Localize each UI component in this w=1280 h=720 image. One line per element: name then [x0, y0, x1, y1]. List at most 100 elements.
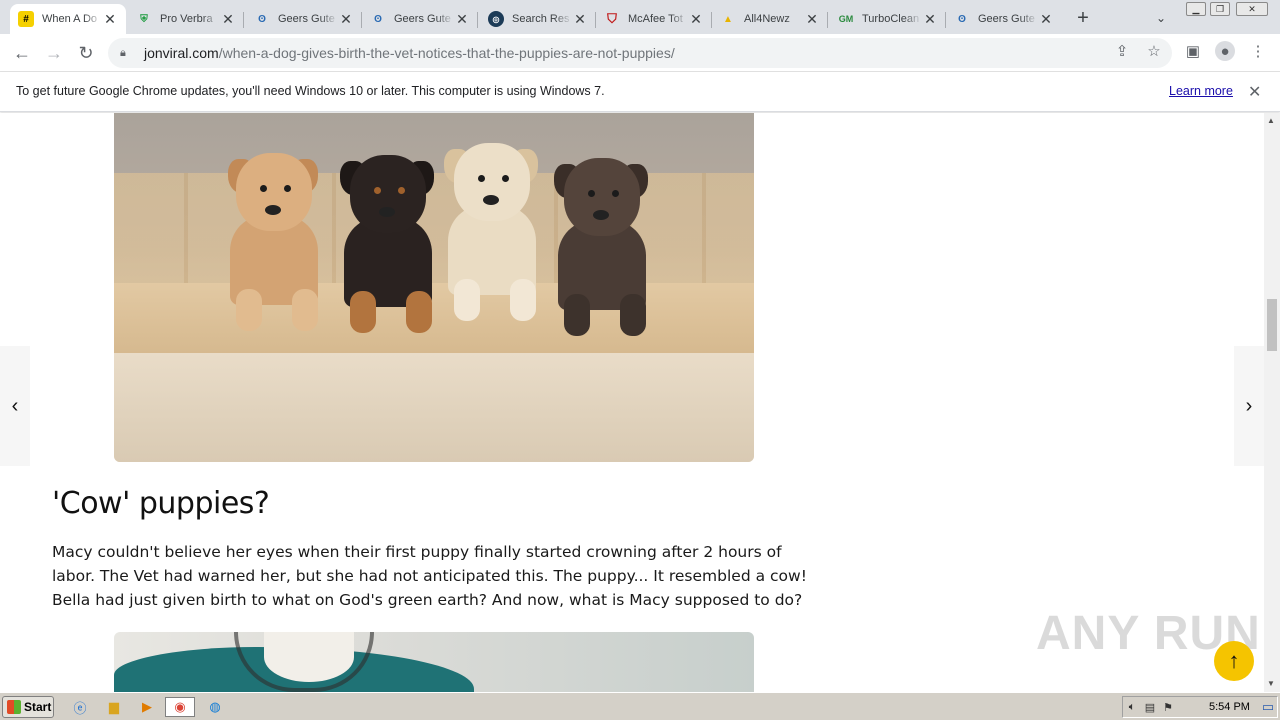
system-tray: 🔈︎ ▤ ⚑ 5:54 PM [1122, 696, 1278, 718]
update-infobar: To get future Google Chrome updates, you… [0, 72, 1280, 112]
url-host: jonviral.com [144, 45, 219, 61]
puppy-tan [222, 153, 332, 333]
scroll-thumb[interactable] [1267, 299, 1277, 351]
mcafee-icon: ⛉ [607, 11, 617, 26]
puppy-paw [350, 291, 376, 333]
prev-article-chevron-left-icon[interactable]: ‹ [0, 346, 30, 466]
minimize-button[interactable]: ▁ [1186, 2, 1206, 16]
lock-icon[interactable]: 🔒︎ [120, 47, 134, 60]
puppy-eye [260, 185, 267, 192]
puppies-in-crate-image [114, 113, 754, 462]
action-center-flag-icon[interactable]: ⚑ [1159, 701, 1177, 714]
close-icon[interactable]: ✕ [102, 11, 118, 27]
puppy-paw [406, 291, 432, 333]
ear-icon: ʘ [958, 13, 966, 25]
side-panel-icon[interactable]: ▣ [1183, 41, 1203, 61]
close-icon[interactable]: ✕ [922, 11, 938, 27]
learn-more-link[interactable]: Learn more [1169, 84, 1233, 98]
internet-explorer-icon[interactable]: ⓔ [70, 697, 90, 717]
puppy-eye [284, 185, 291, 192]
puppy-nose [379, 207, 395, 217]
close-icon[interactable]: ✕ [1038, 11, 1054, 27]
scroll-to-top-button[interactable]: ↑ [1214, 641, 1254, 681]
search-icon: ◎ [488, 11, 504, 27]
show-desktop-icon[interactable]: ▭ [1258, 697, 1278, 717]
start-button[interactable]: Start [2, 696, 54, 718]
next-article-chevron-right-icon[interactable]: › [1234, 346, 1264, 466]
taskbar-clock[interactable]: 5:54 PM [1209, 701, 1250, 713]
tab-title: Geers Gute [978, 13, 1035, 25]
network-icon[interactable]: ▤ [1141, 701, 1159, 714]
back-arrow-icon[interactable]: ← [10, 41, 34, 65]
edge-icon[interactable]: ◍ [205, 697, 225, 717]
scroll-up-arrow-icon[interactable]: ▲ [1267, 116, 1275, 125]
bookmark-star-icon[interactable]: ☆ [1144, 41, 1164, 61]
puppy-eye [612, 190, 619, 197]
tab-title: Pro Verbra [160, 13, 213, 25]
close-icon[interactable]: ✕ [804, 11, 820, 27]
page-scrollbar[interactable]: ▲ ▼ [1264, 113, 1280, 692]
tab-search-results[interactable]: ◎ Search Res ✕ [480, 4, 596, 34]
chrome-taskbar-icon[interactable]: ◉ [165, 697, 195, 717]
windows-taskbar: Start ⓔ ▆ ▶ ◉ ◍ 🔈︎ ▤ ⚑ 5:54 PM ▭ [0, 692, 1280, 720]
puppy-eye [478, 175, 485, 182]
shield-icon: ⛨ [140, 13, 148, 25]
alert-icon: ▲ [723, 13, 733, 25]
tab-geers-3[interactable]: ʘ Geers Gute ✕ [946, 4, 1062, 34]
close-icon[interactable]: ✕ [454, 11, 470, 27]
restore-button[interactable]: ❐ [1210, 2, 1230, 16]
address-bar[interactable]: 🔒︎ jonviral.com/when-a-dog-gives-birth-t… [108, 38, 1172, 68]
puppy-paw [564, 294, 590, 336]
puppy-paw [236, 289, 262, 331]
tab-when-a-dog[interactable]: # When A Do ✕ [10, 4, 126, 34]
volume-icon[interactable]: 🔈︎ [1123, 701, 1141, 714]
hash-icon: # [18, 11, 34, 27]
windows-flag-icon [7, 700, 21, 714]
tab-strip: # When A Do ✕ ⛨ Pro Verbra ✕ ʘ Geers Gut… [0, 0, 1280, 34]
forward-arrow-icon[interactable]: → [42, 41, 66, 65]
tab-search-chevron-icon[interactable]: ⌄ [1150, 7, 1172, 29]
tab-geers-2[interactable]: ʘ Geers Gute ✕ [362, 4, 478, 34]
puppy-head [350, 155, 426, 233]
scroll-down-arrow-icon[interactable]: ▼ [1267, 679, 1275, 688]
close-icon[interactable]: ✕ [688, 11, 704, 27]
puppy-black-tan [336, 155, 446, 335]
close-icon[interactable]: ✕ [572, 11, 588, 27]
puppy-eye [374, 187, 381, 194]
url-path: /when-a-dog-gives-birth-the-vet-notices-… [218, 45, 675, 61]
start-label: Start [24, 700, 52, 714]
tab-divider [827, 12, 828, 28]
article-page: 'Cow' puppies? Macy couldn't believe her… [0, 113, 1264, 692]
puppy-brindle [550, 158, 660, 338]
media-player-icon[interactable]: ▶ [137, 697, 157, 717]
tab-pro-verbraucher[interactable]: ⛨ Pro Verbra ✕ [128, 4, 244, 34]
tab-geers-1[interactable]: ʘ Geers Gute ✕ [246, 4, 362, 34]
reload-icon[interactable]: ↻ [74, 41, 98, 65]
vet-image [114, 632, 754, 692]
tab-divider [243, 12, 244, 28]
tab-divider [477, 12, 478, 28]
file-explorer-icon[interactable]: ▆ [104, 697, 124, 717]
puppy-paw [620, 294, 646, 336]
close-icon[interactable]: ✕ [338, 11, 354, 27]
browser-toolbar: ← → ↻ 🔒︎ jonviral.com/when-a-dog-gives-b… [0, 34, 1280, 72]
tab-all4newz[interactable]: ▲ All4Newz ✕ [712, 4, 828, 34]
window-close-button[interactable]: ✕ [1236, 2, 1268, 16]
infobar-close-icon[interactable]: ✕ [1248, 82, 1261, 102]
puppy-nose [593, 210, 609, 220]
tab-mcafee[interactable]: ⛉ McAfee Tot ✕ [596, 4, 712, 34]
puppy-paw [454, 279, 480, 321]
crate-front [114, 353, 754, 462]
tab-turboclean[interactable]: GM TurboClean ✕ [830, 4, 946, 34]
tab-title: Search Res [512, 13, 570, 25]
puppy-paw [510, 279, 536, 321]
menu-kebab-icon[interactable]: ⋮ [1248, 41, 1268, 61]
share-icon[interactable]: ⇪ [1112, 41, 1132, 61]
puppy-head [564, 158, 640, 236]
section-heading: 'Cow' puppies? [52, 486, 270, 521]
tab-title: When A Do [42, 13, 98, 25]
new-tab-button[interactable]: + [1072, 7, 1094, 29]
infobar-message: To get future Google Chrome updates, you… [16, 84, 605, 98]
close-icon[interactable]: ✕ [220, 11, 236, 27]
profile-avatar-icon[interactable]: ● [1215, 41, 1235, 61]
